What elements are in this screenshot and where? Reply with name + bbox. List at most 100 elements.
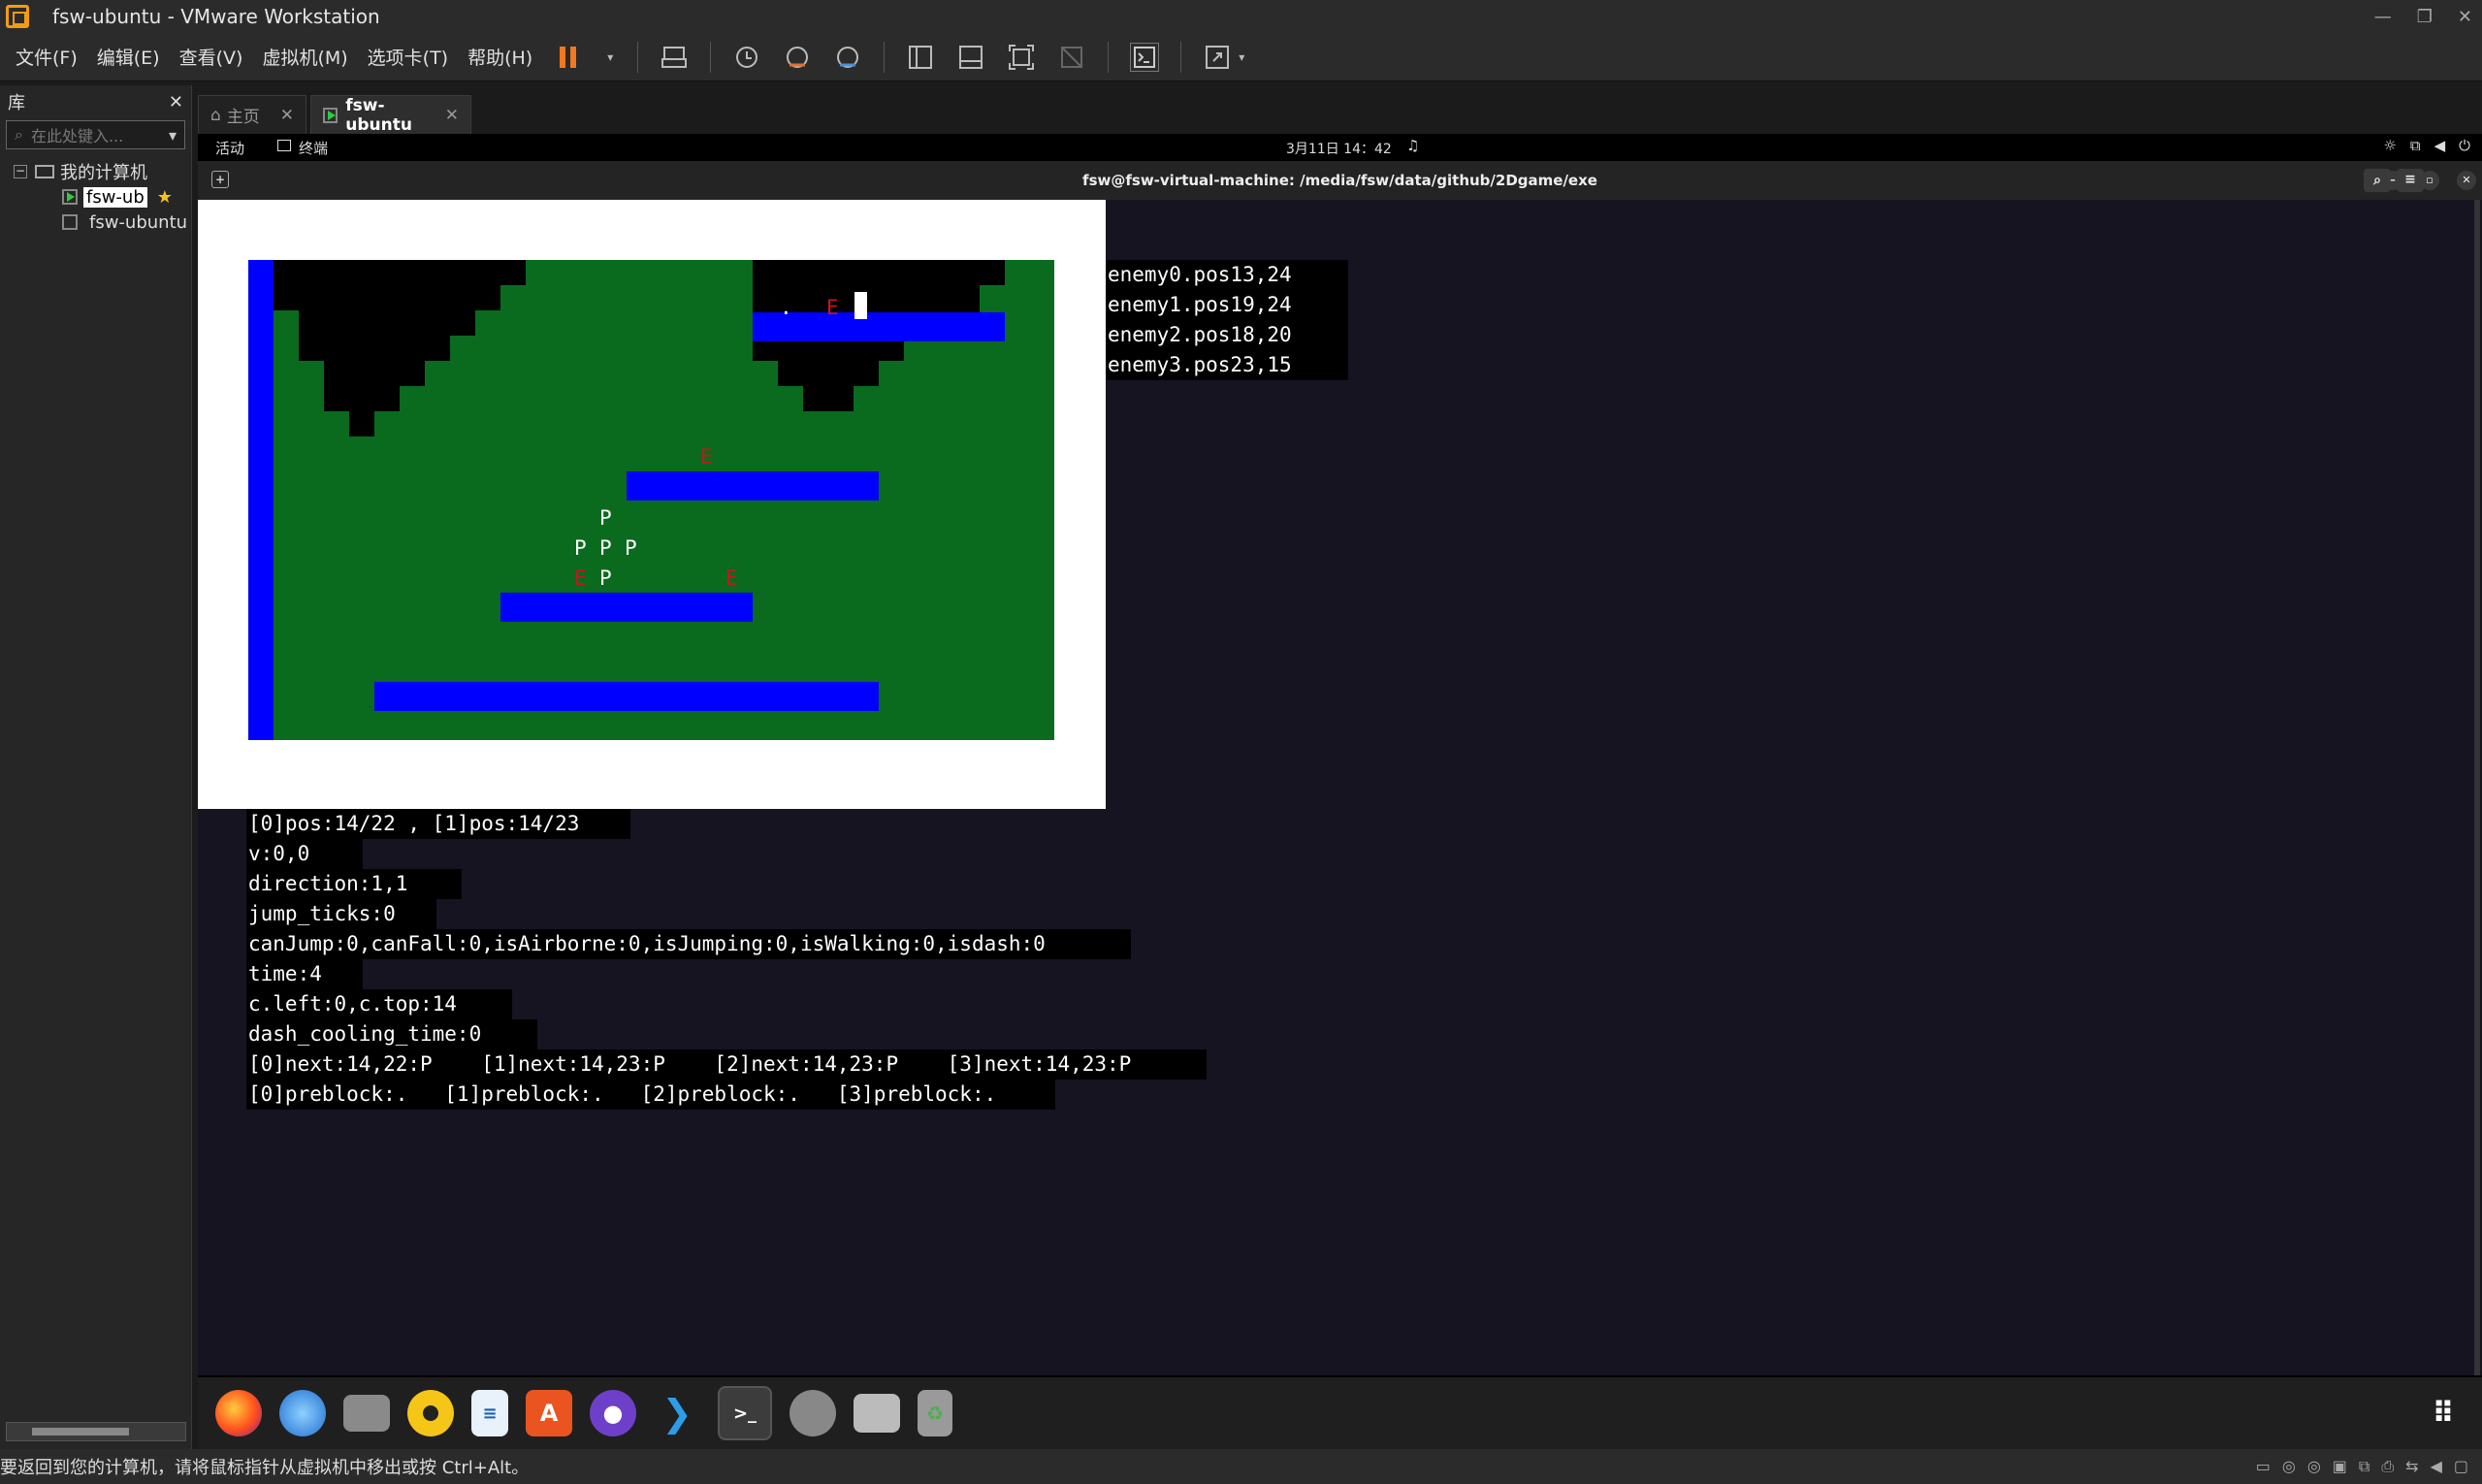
cd-icon[interactable]: ◎ — [2282, 1457, 2296, 1476]
menu-vm[interactable]: 虚拟机(M) — [262, 44, 347, 70]
library-search-input[interactable]: ⌕ 在此处键入... ▾ — [6, 120, 185, 149]
firefox-icon[interactable] — [215, 1390, 262, 1436]
hard-disk-icon[interactable]: ▭ — [2256, 1457, 2271, 1476]
files-icon[interactable] — [343, 1395, 390, 1432]
menu-edit[interactable]: 编辑(E) — [97, 44, 160, 70]
close-library-icon[interactable]: ✕ — [169, 92, 183, 113]
github-desktop-icon[interactable]: ● — [590, 1390, 636, 1436]
player-glyph: P — [599, 566, 612, 590]
revert-snapshot-button[interactable] — [783, 43, 812, 72]
send-ctrl-alt-del-button[interactable] — [660, 43, 689, 72]
enemy-line: enemy0.pos13,24 — [1106, 260, 1348, 290]
rhythmbox-icon[interactable] — [407, 1390, 454, 1436]
close-tab-icon[interactable]: ✕ — [445, 106, 459, 125]
new-tab-icon[interactable]: + — [211, 171, 229, 188]
home-icon: ⌂ — [210, 105, 221, 125]
toolbar-separator — [1180, 41, 1182, 73]
console-view-button[interactable] — [1130, 42, 1160, 72]
terminal-output[interactable]: . E E P P P P E P E enemy0.pos13,24 enem… — [198, 200, 2482, 1375]
terminal-minimize-button[interactable]: – — [2383, 171, 2402, 190]
platform-bottom — [374, 682, 879, 711]
tree-item-vm[interactable]: fsw-ubuntu — [0, 210, 191, 235]
stretch-dropdown-button[interactable]: ▾ — [1236, 43, 1247, 72]
terminal-icon[interactable]: >_ — [718, 1386, 772, 1440]
trash-icon[interactable]: ♻ — [918, 1390, 952, 1436]
pause-dropdown-button[interactable]: ▾ — [604, 43, 616, 72]
tree-item-vm-running[interactable]: fsw-ub ★ — [0, 184, 191, 210]
tree-root-label: 我的计算机 — [60, 163, 147, 183]
network-adapter-icon[interactable]: ⧉ — [2359, 1457, 2369, 1476]
thumbnail-layout-icon — [959, 45, 983, 69]
pause-icon — [560, 46, 577, 68]
sidebar-horizontal-scrollbar[interactable] — [6, 1422, 186, 1441]
menu-tabs[interactable]: 选项卡(T) — [368, 44, 448, 70]
enemy-glyph: E — [725, 566, 738, 590]
enemy-glyph: E — [574, 566, 587, 590]
tree-root[interactable]: − 我的计算机 — [0, 159, 191, 184]
show-apps-grid-icon[interactable]: ⠿ — [2420, 1390, 2466, 1436]
vmware-window: fsw-ubuntu - VMware Workstation — ❐ ✕ 文件… — [0, 0, 2482, 1484]
activities-button[interactable]: 活动 — [215, 138, 244, 158]
printer-icon[interactable]: ⎙ — [2381, 1457, 2394, 1476]
floppy-icon[interactable]: ▣ — [2333, 1457, 2347, 1476]
collapse-icon[interactable]: − — [14, 165, 27, 178]
show-library-button[interactable] — [906, 43, 935, 72]
thunderbird-icon[interactable] — [279, 1390, 326, 1436]
snapshot-button[interactable] — [732, 43, 761, 72]
network-icon: ⧉ — [2409, 137, 2421, 154]
player-glyph: P — [599, 536, 612, 560]
close-tab-icon[interactable]: ✕ — [280, 106, 294, 125]
chevron-down-icon[interactable]: ▾ — [169, 126, 177, 145]
vm-console[interactable]: 活动 终端 3月11日 14：42 ♫ ☼ ⧉ ◀ ⏻ + fsw@fsw-vi… — [198, 134, 2482, 1449]
cd2-icon[interactable]: ◎ — [2307, 1457, 2321, 1476]
enemy-line: enemy1.pos19,24 — [1106, 290, 1348, 320]
minimize-button[interactable]: — — [2374, 7, 2392, 27]
enemy-glyph: E — [700, 445, 713, 468]
volume-icon: ◀ — [2434, 137, 2446, 154]
snapshot-manager-button[interactable] — [833, 43, 862, 72]
vmware-logo-icon — [6, 5, 29, 28]
game-canvas: . E E P P P P E P E — [248, 260, 1054, 740]
restore-button[interactable]: ❐ — [2417, 7, 2433, 27]
pause-vm-button[interactable] — [554, 43, 583, 72]
terminal-maximize-button[interactable]: ▫ — [2420, 171, 2439, 190]
app-center-icon[interactable]: A — [526, 1390, 572, 1436]
disc-icon[interactable] — [790, 1390, 836, 1436]
status-bar: 要返回到您的计算机，请将鼠标指针从虚拟机中移出或按 Ctrl+Alt。 ▭ ◎ … — [0, 1449, 2482, 1484]
terminal-app-icon — [277, 140, 291, 151]
enemy-line: enemy2.pos18,20 — [1106, 320, 1348, 350]
menu-file[interactable]: 文件(F) — [16, 44, 78, 70]
usb-icon[interactable]: ⇆ — [2405, 1457, 2418, 1476]
vm-running-icon — [62, 189, 78, 205]
terminal-scrollbar[interactable] — [2474, 200, 2480, 1375]
fullscreen-button[interactable] — [1007, 43, 1036, 72]
disk-drive-icon[interactable] — [854, 1394, 900, 1433]
scrollbar-thumb[interactable] — [32, 1428, 129, 1436]
unity-button[interactable] — [1057, 43, 1086, 72]
stretch-icon — [1206, 45, 1230, 69]
notification-bell-icon[interactable]: ♫ — [1406, 137, 1419, 154]
tab-fsw-ubuntu[interactable]: fsw-ubuntu ✕ — [310, 95, 471, 135]
thumbnail-bar-button[interactable] — [956, 43, 985, 72]
vm-icon — [62, 214, 78, 230]
player-glyph: P — [625, 536, 637, 560]
libreoffice-writer-icon[interactable]: ≡ — [471, 1390, 508, 1436]
display-icon[interactable]: ▢ — [2454, 1457, 2468, 1476]
clock[interactable]: 3月11日 14：42 — [1286, 139, 1392, 158]
menu-help[interactable]: 帮助(H) — [467, 44, 532, 70]
app-menu-label[interactable]: 终端 — [299, 138, 328, 158]
enemy-line: enemy3.pos23,15 — [1106, 350, 1348, 380]
vscode-icon[interactable]: ❯ — [654, 1390, 700, 1436]
system-tray[interactable]: ☼ ⧉ ◀ ⏻ — [2383, 137, 2470, 154]
toolbar-separator — [637, 41, 639, 73]
close-button[interactable]: ✕ — [2458, 7, 2472, 27]
snapshot-manager-icon — [837, 46, 859, 68]
menu-view[interactable]: 查看(V) — [179, 44, 243, 70]
sound-icon[interactable]: ◀ — [2431, 1457, 2442, 1476]
debug-line: [0]pos:14/22 , [1]pos:14/23 — [246, 809, 630, 839]
player-glyph: P — [574, 536, 587, 560]
favorite-star-icon: ★ — [156, 186, 173, 208]
tab-home[interactable]: ⌂ 主页 ✕ — [198, 95, 306, 134]
stretch-guest-button[interactable] — [1203, 43, 1232, 72]
terminal-close-button[interactable]: ✕ — [2457, 171, 2476, 190]
